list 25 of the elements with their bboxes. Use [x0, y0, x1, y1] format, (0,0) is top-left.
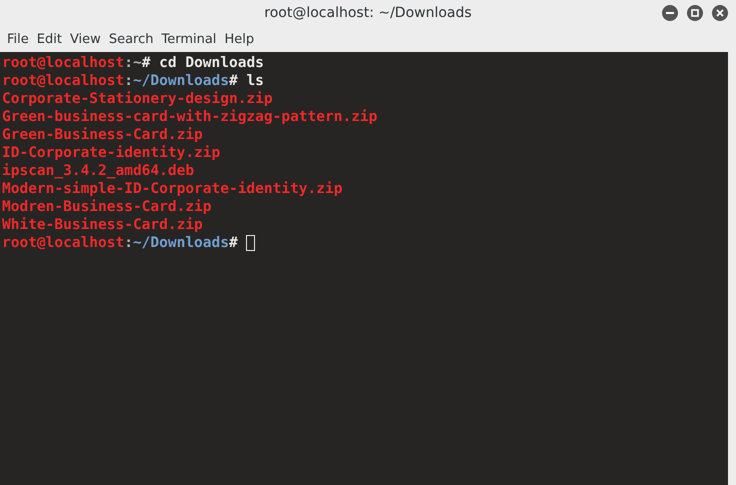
- terminal-line: root@localhost:~# cd Downloads: [2, 54, 264, 72]
- menu-item[interactable]: Search: [104, 32, 158, 46]
- menu-item[interactable]: Help: [220, 32, 258, 46]
- close-icon: [716, 9, 724, 17]
- menu-item[interactable]: Edit: [32, 32, 66, 46]
- terminal-line: Modern-simple-ID-Corporate-identity.zip: [2, 180, 342, 198]
- maximize-button[interactable]: [687, 5, 703, 21]
- menu-item[interactable]: Terminal: [157, 32, 220, 46]
- menu-item[interactable]: View: [66, 32, 105, 46]
- terminal-line: ipscan_3.4.2_amd64.deb: [2, 162, 194, 180]
- minimize-button[interactable]: [662, 5, 678, 21]
- terminal-line: root@localhost:~/Downloads# ls: [2, 72, 264, 90]
- terminal-line: White-Business-Card.zip: [2, 216, 203, 234]
- terminal-line: Modren-Business-Card.zip: [2, 198, 212, 216]
- minus-icon: [666, 12, 674, 14]
- menu-item[interactable]: File: [3, 32, 33, 46]
- terminal-line: Green-business-card-with-zigzag-pattern.zip: [2, 108, 378, 126]
- terminal-area[interactable]: [0, 52, 728, 485]
- terminal-line: root@localhost:~/Downloads#: [2, 234, 239, 252]
- close-button[interactable]: [712, 5, 728, 21]
- terminal-line: Green-Business-Card.zip: [2, 126, 203, 144]
- terminal-line: Corporate-Stationery-design.zip: [2, 90, 273, 108]
- terminal-line: ID-Corporate-identity.zip: [2, 144, 220, 162]
- square-icon: [691, 9, 699, 17]
- window-title: root@localhost: ~/Downloads: [264, 5, 472, 21]
